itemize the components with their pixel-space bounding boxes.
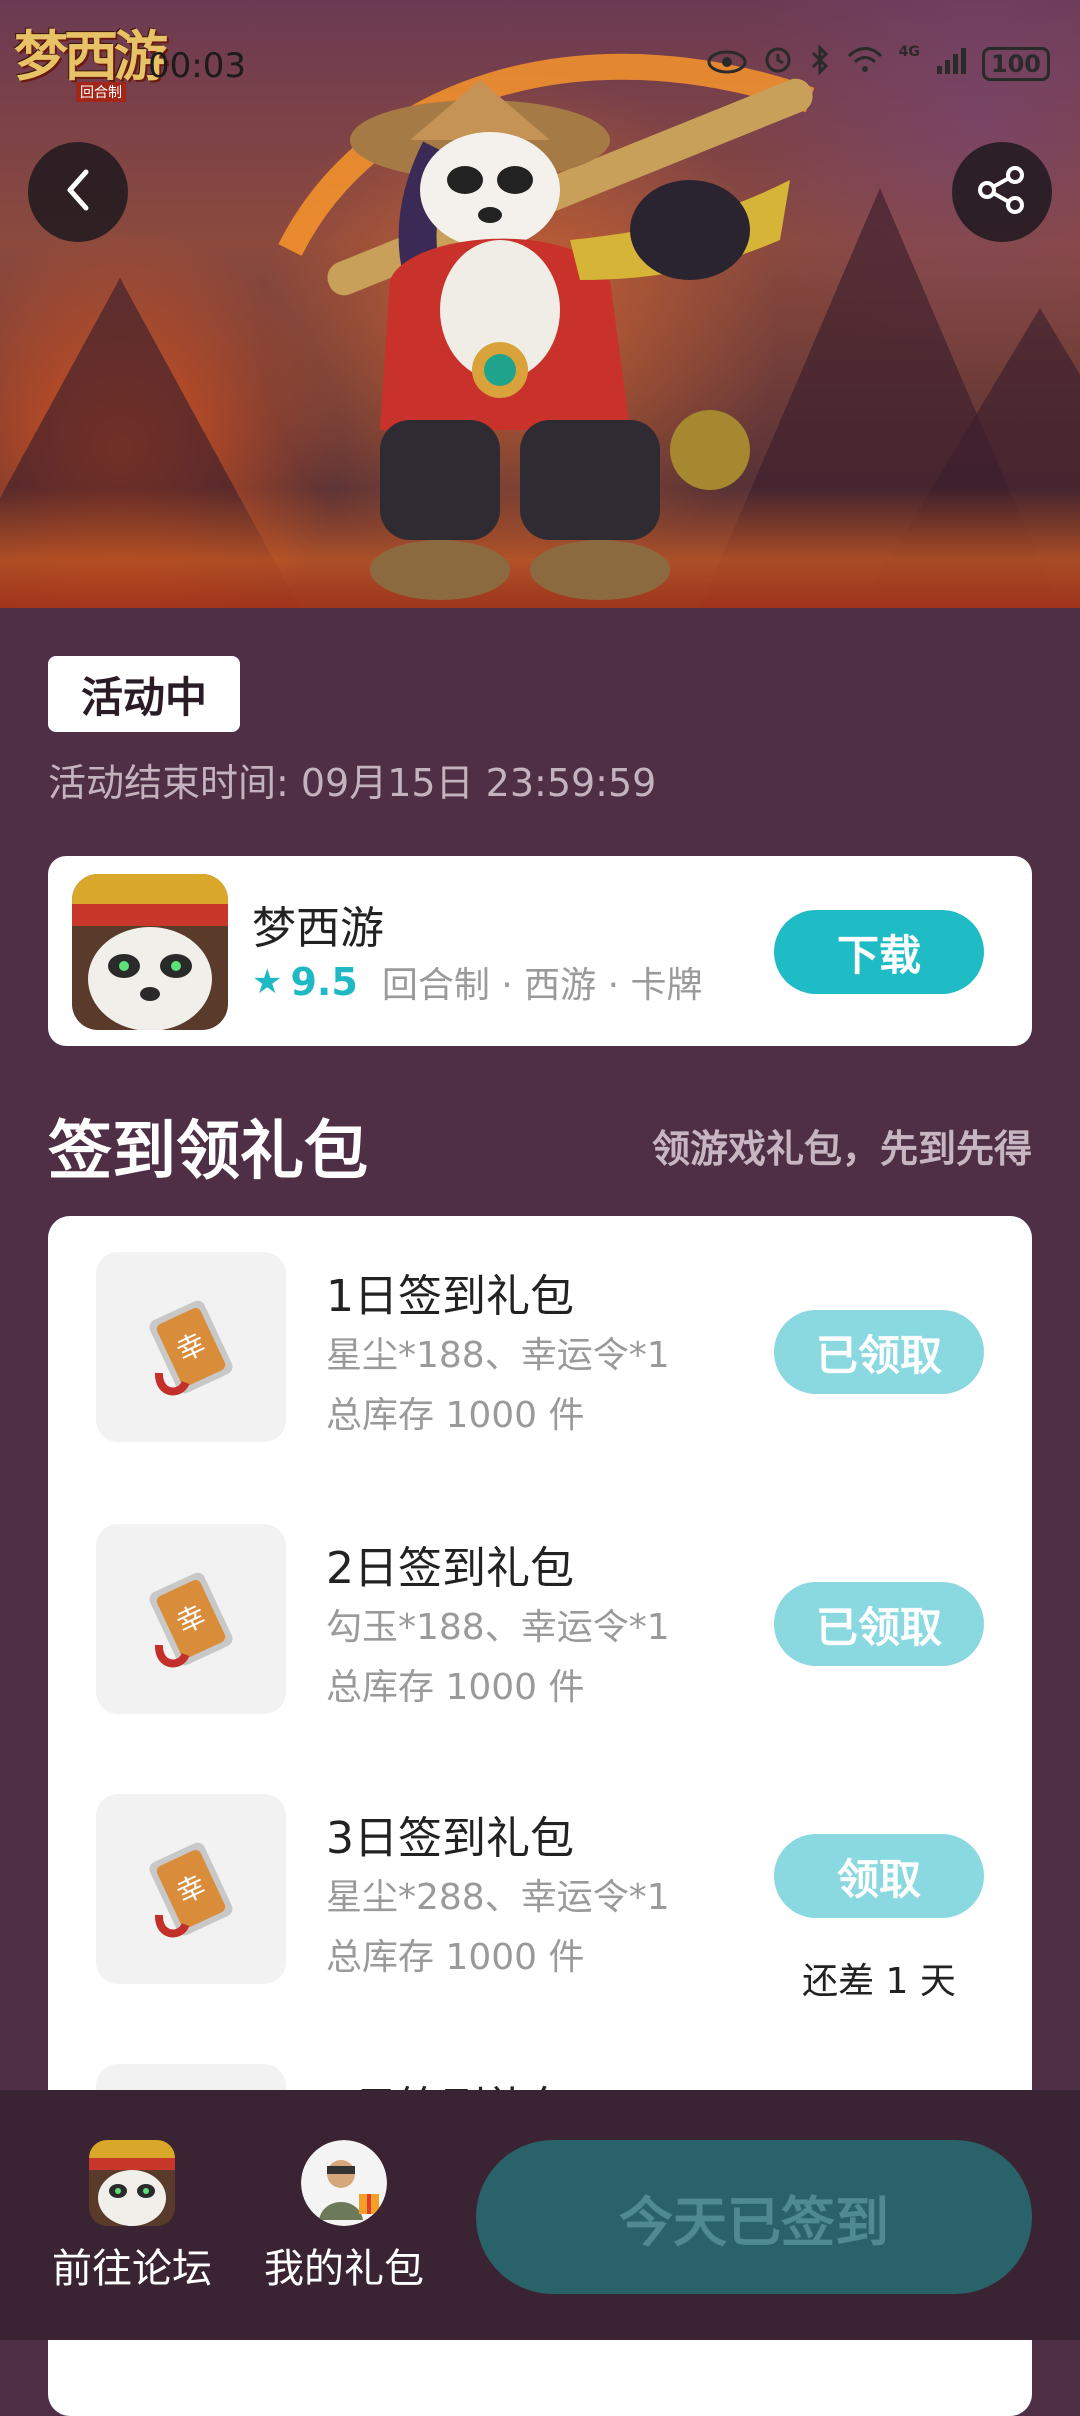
- gift-title: 3日签到礼包: [326, 1813, 574, 1864]
- download-button[interactable]: 下载: [774, 910, 984, 994]
- my-gifts-nav-button[interactable]: 我的礼包: [254, 2140, 434, 2294]
- game-logo-text: 梦西游: [14, 24, 168, 88]
- hero-banner: 梦西游 回合制 00:03 4G 100: [0, 0, 1080, 608]
- fortune-token-icon: 幸: [96, 1794, 286, 1984]
- gift-content: 星尘*288、幸运令*1: [326, 1877, 670, 1918]
- forum-label: 前往论坛: [52, 2246, 212, 2292]
- game-name: 梦西游: [252, 903, 384, 954]
- activity-end-time: 活动结束时间: 09月15日 23:59:59: [48, 761, 657, 805]
- battery-indicator: 100: [981, 47, 1050, 81]
- forum-nav-button[interactable]: 前往论坛: [42, 2140, 222, 2294]
- bluetooth-icon: [809, 44, 831, 84]
- section-subtitle: 领游戏礼包，先到先得: [651, 1127, 1032, 1171]
- status-icons: 4G 100: [707, 44, 1050, 84]
- checked-in-today-button[interactable]: 今天已签到: [476, 2140, 1032, 2294]
- eye-icon: [707, 47, 747, 82]
- fortune-token-icon: 幸: [96, 1524, 286, 1714]
- signal-icon: [936, 46, 966, 82]
- share-button[interactable]: [952, 142, 1052, 242]
- gift-item[interactable]: 幸 1日签到礼包 星尘*188、幸运令*1 总库存 1000 件 已领取: [48, 1216, 1032, 1466]
- status-time: 00:03: [148, 46, 246, 86]
- status-bar: 梦西游 回合制 00:03 4G 100: [0, 0, 1080, 130]
- back-button[interactable]: [28, 142, 128, 242]
- gift-item[interactable]: 幸 3日签到礼包 星尘*288、幸运令*1 总库存 1000 件 领取 还差 1…: [48, 1758, 1032, 2008]
- claimed-button[interactable]: 已领取: [774, 1582, 984, 1666]
- gift-stock: 总库存 1000 件: [326, 1667, 585, 1708]
- section-title: 签到领礼包: [48, 1115, 368, 1189]
- gift-stock: 总库存 1000 件: [326, 1937, 585, 1978]
- gift-stock: 总库存 1000 件: [326, 1395, 585, 1436]
- network-type: 4G: [898, 44, 920, 60]
- game-app-icon: [72, 874, 228, 1030]
- gift-item[interactable]: 幸 2日签到礼包 勾玉*188、幸运令*1 总库存 1000 件 已领取: [48, 1488, 1032, 1738]
- gift-title: 2日签到礼包: [326, 1543, 574, 1594]
- game-info-card[interactable]: 梦西游 ★ 9.5 回合制 · 西游 · 卡牌 下载: [48, 856, 1032, 1046]
- my-gifts-label: 我的礼包: [264, 2246, 424, 2292]
- gift-content: 星尘*188、幸运令*1: [326, 1335, 670, 1376]
- wifi-icon: [847, 46, 883, 82]
- user-avatar: [301, 2140, 387, 2226]
- share-icon: [975, 163, 1029, 221]
- claim-button[interactable]: 领取: [774, 1834, 984, 1918]
- gift-title: 1日签到礼包: [326, 1271, 574, 1322]
- game-rating-score: 9.5: [290, 960, 358, 1004]
- bottom-action-bar: 前往论坛 我的礼包 今天已签到: [0, 2090, 1080, 2340]
- game-rating-row: ★ 9.5 回合制 · 西游 · 卡牌: [252, 956, 702, 1008]
- game-tags: 回合制 · 西游 · 卡牌: [381, 965, 703, 1006]
- game-logo-subtitle: 回合制: [76, 82, 126, 102]
- activity-status-badge: 活动中: [48, 656, 240, 732]
- forum-game-icon: [89, 2140, 175, 2226]
- star-icon: ★: [252, 962, 283, 1002]
- gift-content: 勾玉*188、幸运令*1: [326, 1607, 670, 1648]
- chevron-left-icon: [60, 166, 96, 218]
- claimed-button[interactable]: 已领取: [774, 1310, 984, 1394]
- alarm-icon: [763, 45, 793, 83]
- fortune-token-icon: 幸: [96, 1252, 286, 1442]
- remaining-days-text: 还差 1 天: [802, 1961, 956, 2002]
